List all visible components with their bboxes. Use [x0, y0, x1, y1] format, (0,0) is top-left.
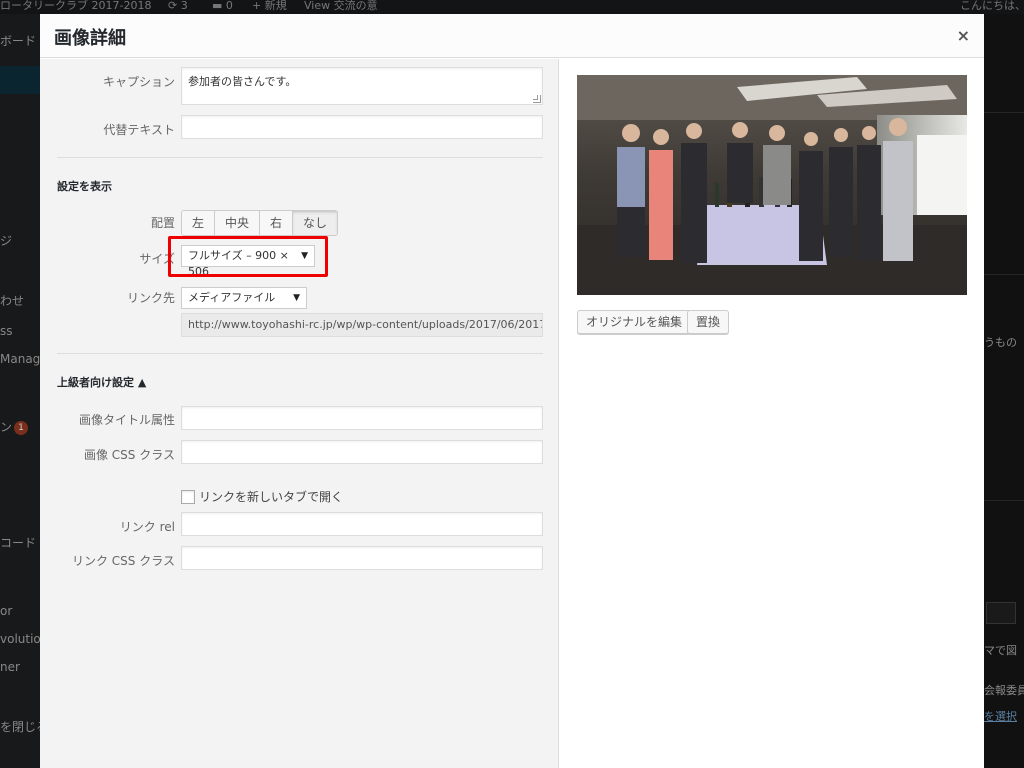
size-highlight-box [168, 236, 328, 277]
admin-menu-item[interactable]: ner [0, 660, 20, 674]
link-rel-input[interactable] [181, 512, 543, 536]
resize-handle-icon[interactable] [533, 95, 541, 103]
link-css-input[interactable] [181, 546, 543, 570]
admin-menu-item[interactable]: ジ [0, 232, 12, 249]
align-none-button[interactable]: なし [293, 211, 338, 235]
admin-menu-item[interactable]: volution [0, 632, 40, 646]
background-input [986, 602, 1016, 624]
admin-menu: ボード ジ わせ ss Manager ン1 コード or volution n… [0, 14, 40, 768]
new-label: 新規 [264, 0, 287, 12]
admin-bar-new[interactable]: + 新規 [252, 0, 287, 12]
image-preview [577, 75, 967, 295]
background-page-strip: うもの マで図 会報委員 を選択 [984, 14, 1024, 768]
link-to-label: リンク先 [126, 291, 175, 305]
image-css-label: 画像 CSS クラス [83, 448, 175, 462]
open-new-tab-label: リンクを新しいタブで開く [199, 490, 344, 504]
admin-menu-item[interactable]: ン1 [0, 418, 29, 435]
updates-count: 3 [180, 0, 188, 12]
link-css-label: リンク CSS クラス [71, 554, 175, 568]
background-text: 会報委員 [984, 684, 1024, 697]
caption-value: 参加者の皆さんです。 [188, 75, 297, 88]
modal-title: 画像詳細 [54, 28, 126, 49]
admin-menu-item[interactable]: わせ [0, 292, 24, 309]
caption-label: キャプション [102, 75, 175, 89]
admin-bar-updates[interactable]: ⟳ 3 [168, 0, 188, 12]
link-url-field[interactable]: http://www.toyohashi-rc.jp/wp/wp-content… [181, 313, 543, 337]
background-text: うもの [984, 336, 1017, 349]
image-title-input[interactable] [181, 406, 543, 430]
size-label: サイズ [139, 252, 175, 266]
divider [984, 274, 1024, 275]
divider [57, 157, 543, 158]
image-settings-panel: キャプション 参加者の皆さんです。 代替テキスト 設定を表示 配置 左 中央 右… [40, 59, 559, 768]
close-icon[interactable]: × [957, 26, 970, 46]
advanced-settings-toggle[interactable]: 上級者向け設定 ▲ [57, 374, 146, 390]
link-to-select-value: メディアファイル [188, 291, 276, 304]
admin-menu-current [0, 66, 40, 94]
admin-bar-view[interactable]: View 交流の意 [304, 0, 378, 12]
admin-menu-item-label: ン [0, 420, 13, 434]
display-settings-heading: 設定を表示 [57, 180, 112, 193]
modal-header: 画像詳細 × [40, 14, 984, 58]
admin-menu-item[interactable]: を閉じる [0, 718, 40, 735]
align-left-button[interactable]: 左 [182, 211, 216, 235]
admin-menu-item[interactable]: ボード [0, 32, 36, 49]
edit-original-button[interactable]: オリジナルを編集 [577, 310, 692, 334]
group-photo-image [577, 75, 967, 295]
align-label: 配置 [150, 216, 175, 230]
link-rel-label: リンク rel [119, 520, 175, 534]
background-link: を選択 [984, 710, 1017, 723]
admin-bar: ロータリークラブ 2017-2018 ⟳ 3 ▬ 0 + 新規 View 交流の… [0, 0, 1024, 14]
image-title-label: 画像タイトル属性 [78, 413, 175, 427]
align-button-group: 左 中央 右 なし [181, 210, 339, 236]
alt-text-input[interactable] [181, 115, 543, 139]
link-to-select[interactable]: メディアファイル ▼ [181, 287, 307, 309]
comments-count: 0 [225, 0, 233, 12]
admin-menu-item[interactable]: コード [0, 534, 36, 551]
admin-menu-item[interactable]: Manager [0, 352, 40, 366]
replace-button[interactable]: 置換 [687, 310, 730, 334]
admin-bar-comments[interactable]: ▬ 0 [212, 0, 233, 12]
updates-icon: ⟳ [168, 0, 178, 12]
dropdown-arrow-icon: ▼ [293, 293, 300, 303]
admin-bar-site-name[interactable]: ロータリークラブ 2017-2018 [0, 0, 151, 12]
divider [984, 112, 1024, 113]
comment-icon: ▬ [212, 0, 223, 12]
admin-menu-item[interactable]: ss [0, 324, 13, 338]
image-preview-panel: オリジナルを編集 置換 [560, 59, 984, 768]
admin-menu-item[interactable]: or [0, 604, 12, 618]
plus-icon: + [252, 0, 262, 12]
align-center-button[interactable]: 中央 [215, 211, 261, 235]
open-new-tab-row[interactable]: リンクを新しいタブで開く [181, 488, 343, 505]
alt-text-label: 代替テキスト [103, 123, 175, 137]
admin-bar-greeting[interactable]: こんにちは、 [960, 0, 1024, 12]
image-details-modal: 画像詳細 × キャプション 参加者の皆さんです。 代替テキスト 設定を表示 配置… [40, 14, 984, 768]
update-badge: 1 [14, 420, 29, 435]
divider [57, 353, 543, 354]
open-new-tab-checkbox[interactable] [181, 489, 195, 504]
image-css-input[interactable] [181, 440, 543, 464]
divider [984, 500, 1024, 501]
align-right-button[interactable]: 右 [260, 211, 294, 235]
caption-textarea[interactable]: 参加者の皆さんです。 [181, 67, 543, 105]
background-text: マで図 [984, 644, 1017, 657]
